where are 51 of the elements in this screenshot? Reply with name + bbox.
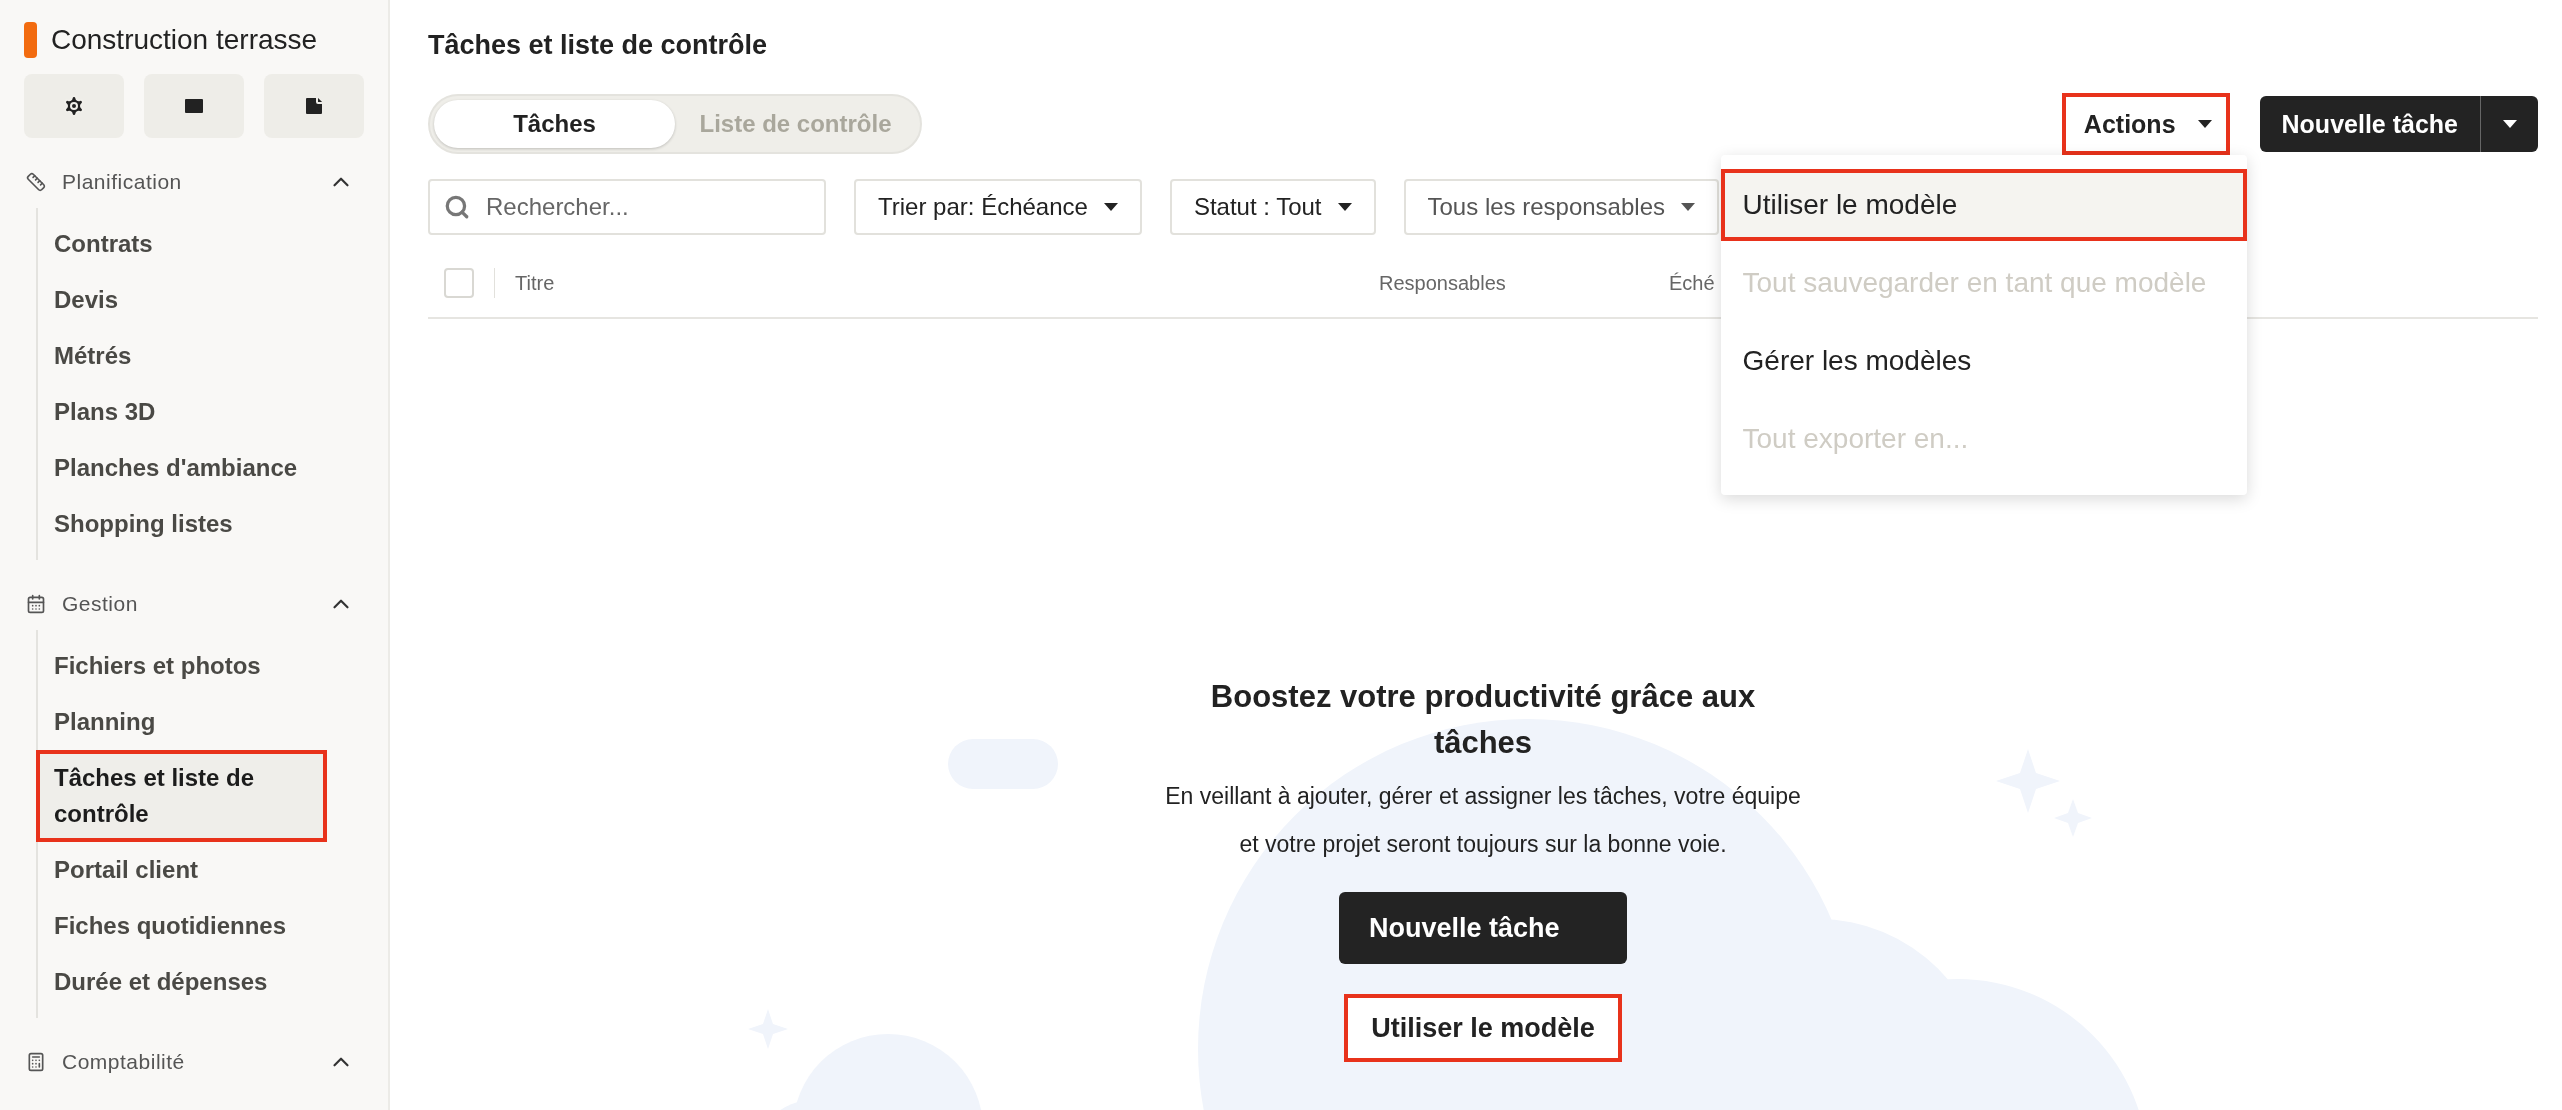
sidebar-item[interactable]: Métrés	[36, 328, 327, 384]
empty-state-title: Boostez votre productivité grâce aux tâches	[1209, 678, 1757, 762]
column-header: Responsables	[1379, 271, 1507, 295]
ruler-icon	[26, 172, 46, 192]
new-task-button[interactable]: Nouvelle tâche	[2259, 96, 2480, 152]
section-header[interactable]: Gestion	[24, 578, 364, 630]
note-button[interactable]	[264, 74, 364, 138]
section-label: Planification	[62, 170, 183, 194]
sidebar-item[interactable]: Contrats	[36, 216, 327, 272]
empty-state-text: En veillant à ajouter, gérer et assigner les tâches, votre équipe et votre projet seront toujours sur la bonne voie.	[1164, 782, 1802, 859]
search-icon	[444, 194, 470, 220]
more-options-button[interactable]	[2480, 96, 2538, 152]
select-all-checkbox[interactable]	[444, 268, 474, 298]
calculator-icon	[26, 1052, 46, 1072]
settings-button[interactable]	[24, 74, 124, 138]
section-label: Gestion	[62, 592, 139, 616]
view-tab[interactable]: Tâches	[434, 100, 675, 148]
filter-dropdown[interactable]: Statut : Tout	[1169, 179, 1376, 235]
sidebar-item[interactable]: Planning	[36, 694, 327, 750]
column-header: Titre	[515, 271, 556, 295]
actions-button[interactable]: Actions	[2061, 93, 2230, 155]
calendar-icon	[26, 594, 46, 614]
menu-item[interactable]: Utiliser le modèle	[1720, 169, 2247, 241]
search-field[interactable]: Rechercher...	[428, 179, 826, 235]
caret-icon	[1681, 203, 1695, 211]
sidebar-item[interactable]: Devis	[36, 272, 327, 328]
mail-button[interactable]	[144, 74, 244, 138]
page-title: Tâches et liste de contrôle	[428, 30, 769, 61]
caret-icon	[2502, 120, 2517, 128]
caret-icon	[2197, 120, 2212, 128]
sidebar-item[interactable]: Tâches et liste de contrôle	[36, 750, 327, 842]
caret-icon	[1103, 203, 1118, 211]
sidebar-item[interactable]: Fichiers et photos	[36, 638, 327, 694]
use-template-button[interactable]: Utiliser le modèle	[1344, 994, 1622, 1062]
section-header[interactable]: Comptabilité	[24, 1036, 364, 1088]
filter-dropdown[interactable]: Trier par: Échéance	[854, 179, 1142, 235]
new-task-button[interactable]: Nouvelle tâche	[1339, 892, 1627, 964]
section-label: Comptabilité	[62, 1050, 186, 1074]
menu-item[interactable]: Gérer les modèles	[1720, 325, 2247, 397]
sidebar-item[interactable]: Fiches quotidiennes	[36, 898, 327, 954]
sidebar-item[interactable]: Plans 3D	[36, 384, 327, 440]
sidebar-item[interactable]: Durée et dépenses	[36, 954, 327, 1010]
column-header: Éché	[1669, 271, 1715, 295]
filter-dropdown[interactable]: Tous les responsables	[1403, 179, 1719, 235]
sidebar-item[interactable]: Planches d'ambiance	[36, 440, 327, 496]
sidebar-item[interactable]: Shopping listes	[36, 496, 327, 552]
project-title: Construction terrasse	[51, 24, 318, 56]
section-header[interactable]: Planification	[24, 156, 364, 208]
project-color-bar	[24, 22, 37, 58]
sidebar-item[interactable]: Portail client	[36, 842, 327, 898]
caret-icon	[1337, 203, 1352, 211]
